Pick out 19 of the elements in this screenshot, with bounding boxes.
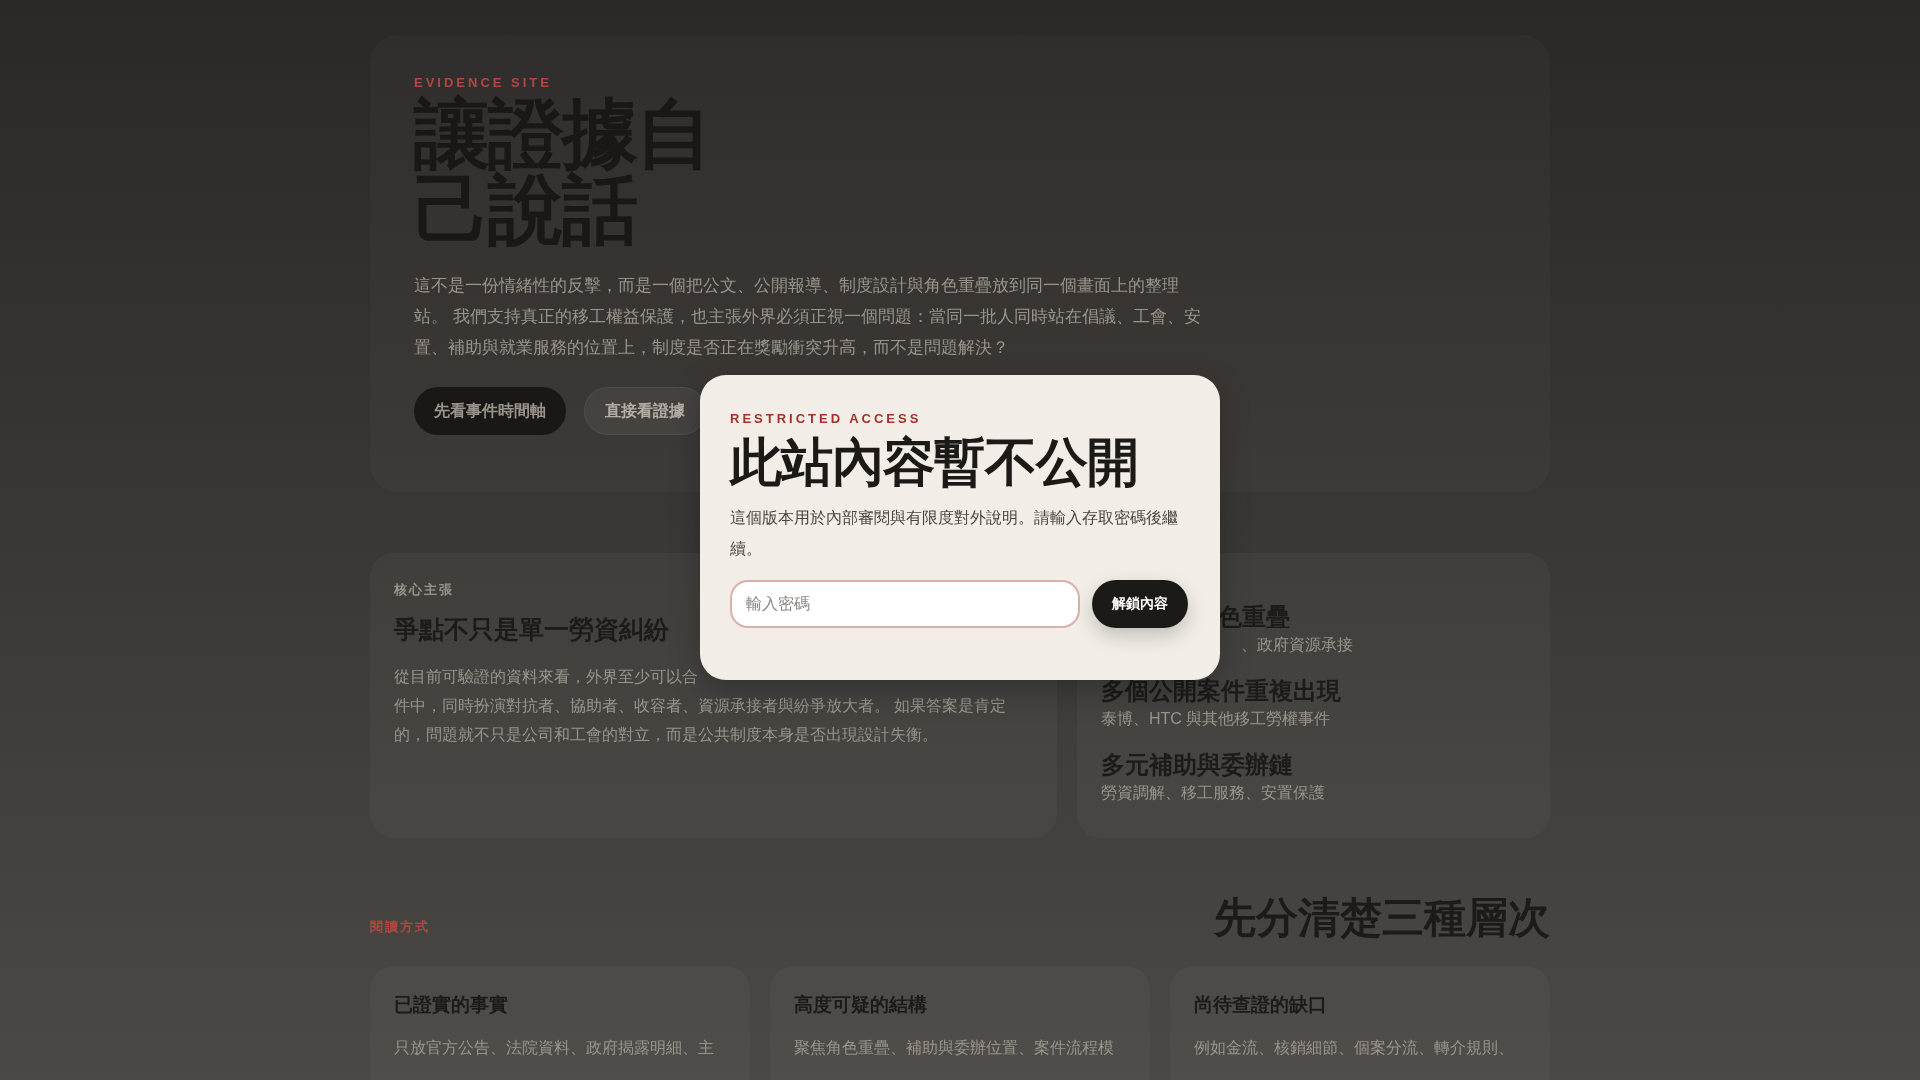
section-label: 閱讀方式 <box>370 918 430 936</box>
hero-description: 這不是一份情緒性的反擊，而是一個把公文、公開報導、制度設計與角色重疊放到同一個畫面上的整理站。 我們支持真正的移工權益保護，也主張外界必須正視一個問題：當同一批人同時站在倡議、工會、安置、補助與就業服務的位置上，制度是否正在獎勵衝突升高，而不是問題解決？ <box>414 275 1202 359</box>
card-label: 核心主張 <box>394 581 455 599</box>
timeline-button[interactable]: 先看事件時間軸 <box>414 387 566 435</box>
highlight-subtitle: 、政府資源承接 <box>1241 635 1353 655</box>
highlight-subtitle: 泰博、HTC 與其他移工勞權事件 <box>1101 709 1331 729</box>
paragraph-line: 的，問題就不只是公司和工會的對立，而是公共制度本身是否出現設計失衡。 <box>394 725 939 745</box>
layer-description: 只放官方公告、法院資料、政府揭露明細、主 <box>394 1038 715 1058</box>
dialog-label: RESTRICTED ACCESS <box>730 411 923 426</box>
highlight-subtitle: 勞資調解、移工服務、安置保護 <box>1101 783 1325 803</box>
eyebrow-label: EVIDENCE SITE <box>414 75 553 90</box>
unlock-button[interactable]: 解鎖內容 <box>1092 580 1188 628</box>
password-field[interactable]: 輸入密碼 <box>730 580 1080 628</box>
dialog-title: 此站內容暫不公開 <box>730 432 1139 493</box>
dialog-description: 這個版本用於內部審閱與有限度對外說明。請輸入存取密碼後繼續。 <box>730 508 1179 559</box>
paragraph-line: 件中，同時扮演對抗者、協助者、收容者、資源承接者與紛爭放大者。 如果答案是肯定 <box>394 696 1008 716</box>
layer-description: 例如金流、核銷細節、個案分流、轉介規則、 <box>1194 1038 1515 1058</box>
paragraph-line: 從目前可驗證的資料來看，外界至少可以合 <box>394 667 699 687</box>
layer-description: 聚焦角色重疊、補助與委辦位置、案件流程模 <box>794 1038 1115 1058</box>
